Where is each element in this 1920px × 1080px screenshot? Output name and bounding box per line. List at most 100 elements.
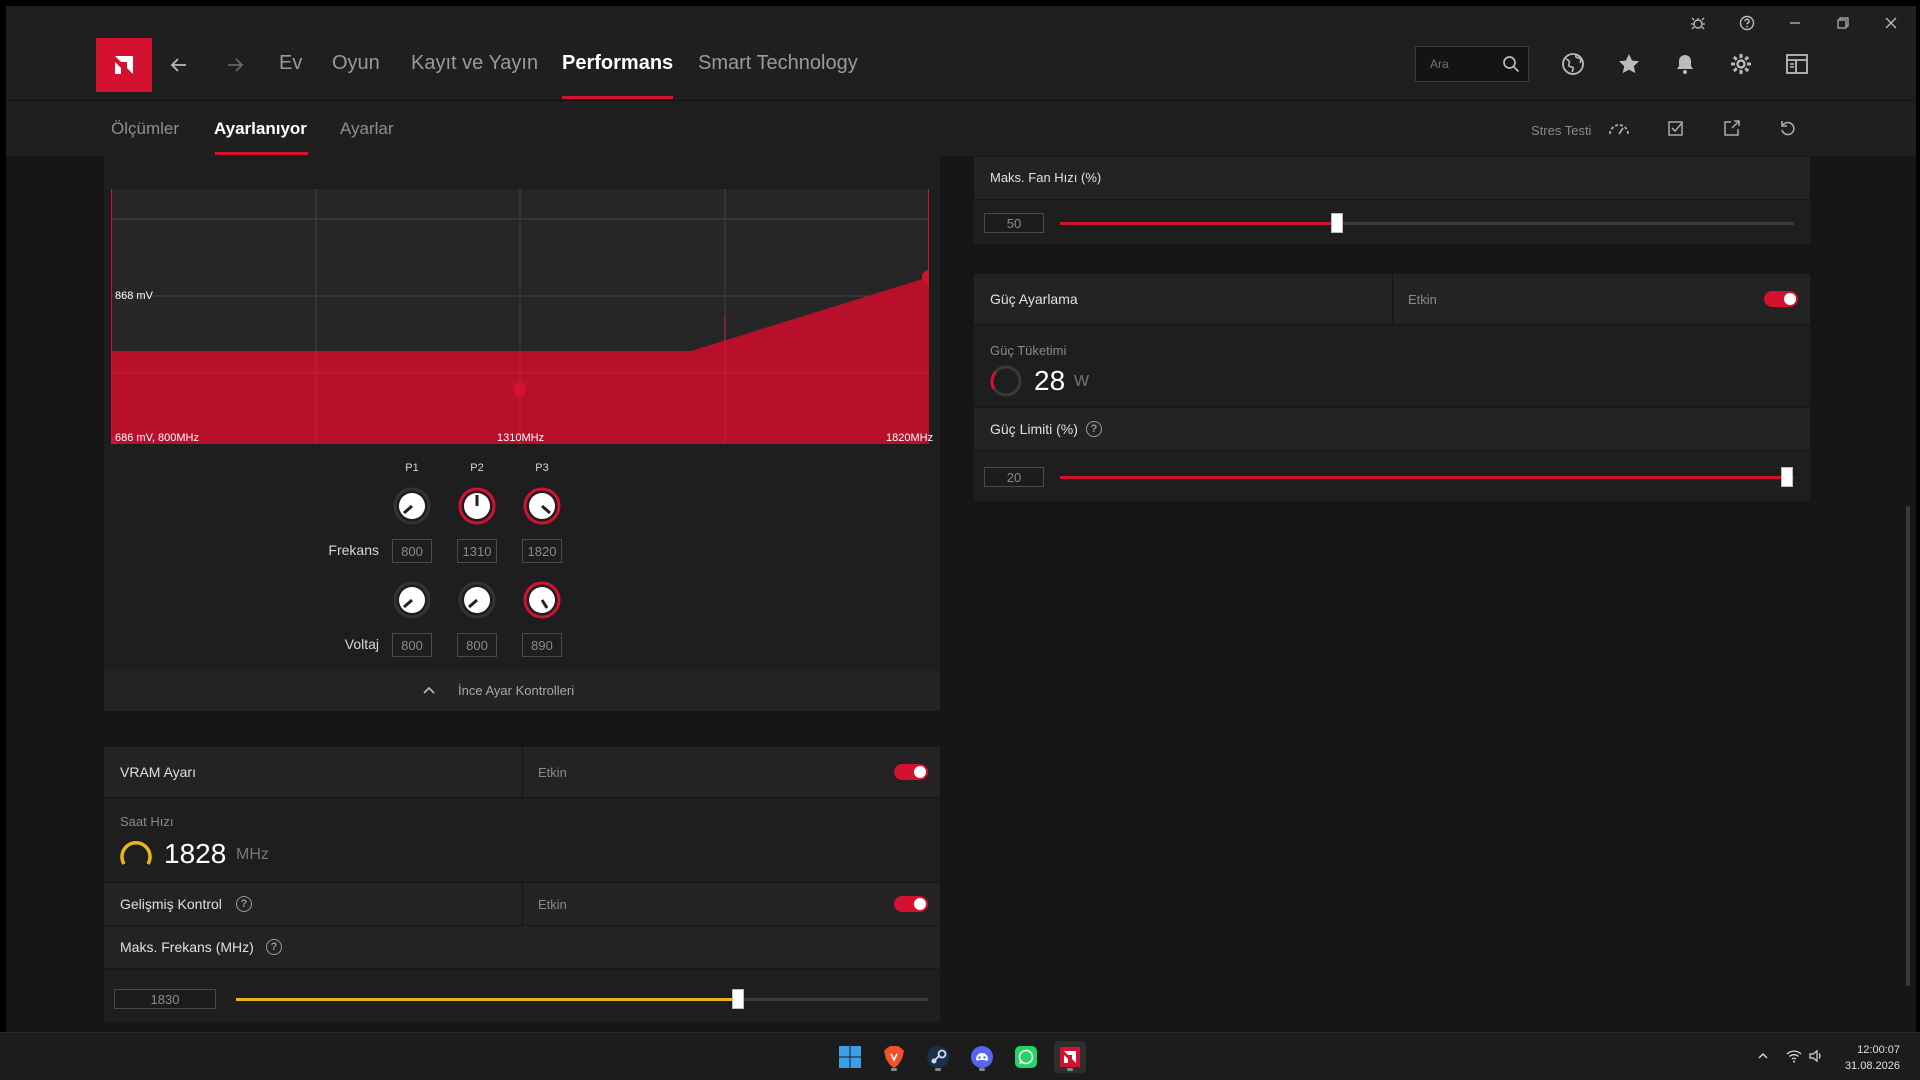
voltage-axis-label: 868 mV <box>115 290 153 302</box>
power-limit-slider-row: 20 <box>974 451 1810 501</box>
nav-performance[interactable]: Performans <box>562 52 673 75</box>
voltage-row-label: Voltaj <box>344 636 379 652</box>
p2-frequency-value[interactable]: 1310 <box>457 539 497 563</box>
power-consumption-row: Güç Tüketimi 28 W <box>974 325 1810 407</box>
divider <box>1392 274 1393 324</box>
advanced-control-title: Gelişmiş Kontrol <box>120 896 222 912</box>
advanced-control-row: Gelişmiş Kontrol ? Etkin <box>104 883 940 925</box>
max-frequency-value-box[interactable]: 1830 <box>114 989 216 1009</box>
curve-start-label: 686 mV, 800MHz <box>115 432 199 444</box>
stress-test-label[interactable]: Stres Testi <box>1531 123 1591 138</box>
power-tuning-status: Etkin <box>1408 292 1437 307</box>
search-input[interactable] <box>1416 47 1496 81</box>
power-consumption-gauge-icon <box>990 365 1022 397</box>
p3-frequency-value[interactable]: 1820 <box>522 539 562 563</box>
max-fan-speed-slider[interactable] <box>1060 222 1794 225</box>
content-scrollbar[interactable] <box>1906 506 1910 986</box>
advanced-control-toggle[interactable] <box>894 896 928 912</box>
divider <box>522 883 523 925</box>
max-frequency-help-icon[interactable]: ? <box>266 939 282 955</box>
notifications-bell-icon[interactable] <box>1669 48 1701 80</box>
curve-point-p2[interactable] <box>513 382 527 396</box>
fine-tune-controls-toggle[interactable]: İnce Ayar Kontrolleri <box>104 671 940 711</box>
advanced-control-help-icon[interactable]: ? <box>236 896 252 912</box>
nav-home[interactable]: Ev <box>279 52 302 75</box>
discord-icon[interactable] <box>966 1041 998 1073</box>
amd-adrenalin-icon[interactable] <box>1054 1041 1086 1073</box>
p3-voltage-value[interactable]: 890 <box>522 633 562 657</box>
close-icon[interactable] <box>1880 12 1902 34</box>
p3-label: P3 <box>535 462 549 474</box>
sub-navigation: Ölçümler Ayarlanıyor Ayarlar Stres Testi <box>6 100 1916 156</box>
search-icon[interactable] <box>1502 55 1520 73</box>
tab-metrics[interactable]: Ölçümler <box>111 119 179 139</box>
brave-icon[interactable] <box>878 1041 910 1073</box>
tab-settings[interactable]: Ayarlar <box>340 119 394 139</box>
curve-mid-label: 1310MHz <box>497 432 545 444</box>
system-clock[interactable]: 12:00:07 31.08.2026 <box>1845 1042 1900 1074</box>
nav-record-stream[interactable]: Kayıt ve Yayın <box>411 52 538 75</box>
nav-gaming[interactable]: Oyun <box>332 52 380 75</box>
forward-arrow-icon[interactable] <box>220 50 250 80</box>
p1-frequency-value[interactable]: 800 <box>392 539 432 563</box>
amd-logo-icon[interactable] <box>96 38 152 92</box>
p2-voltage-knob[interactable] <box>457 580 497 620</box>
max-frequency-slider-thumb[interactable] <box>731 989 744 1009</box>
voltage-frequency-curve[interactable]: 868 mV 686 mV, 800MHz 1310MHz 1820MHz <box>111 189 933 444</box>
max-fan-speed-slider-thumb[interactable] <box>1331 213 1344 233</box>
p1-voltage-knob[interactable] <box>392 580 432 620</box>
p3-frequency-knob[interactable] <box>522 486 562 526</box>
minimize-icon[interactable] <box>1784 12 1806 34</box>
power-limit-row: Güç Limiti (%) ? <box>974 408 1810 450</box>
max-frequency-slider-row: 1830 <box>104 969 940 1022</box>
power-limit-slider[interactable] <box>1060 476 1794 479</box>
chevron-up-icon <box>423 686 435 694</box>
max-frequency-slider[interactable] <box>236 998 928 1001</box>
bug-report-icon[interactable] <box>1687 12 1709 34</box>
sidebar-panel-icon[interactable] <box>1781 48 1813 80</box>
settings-gear-icon[interactable] <box>1725 48 1757 80</box>
wifi-icon[interactable] <box>1785 1047 1803 1065</box>
max-frequency-row: Maks. Frekans (MHz) ? <box>104 926 940 968</box>
windows-start-icon[interactable] <box>834 1041 866 1073</box>
clock-date: 31.08.2026 <box>1844 1060 1900 1072</box>
back-arrow-icon[interactable] <box>164 50 194 80</box>
p1-voltage-value[interactable]: 800 <box>392 633 432 657</box>
help-icon[interactable] <box>1736 12 1758 34</box>
power-tuning-title: Güç Ayarlama <box>990 291 1078 307</box>
max-frequency-title: Maks. Frekans (MHz) <box>120 939 254 955</box>
tray-chevron-up-icon[interactable] <box>1754 1047 1772 1065</box>
tab-tuning[interactable]: Ayarlanıyor <box>214 119 307 139</box>
power-tuning-toggle[interactable] <box>1764 291 1798 307</box>
nav-smart-technology[interactable]: Smart Technology <box>698 52 858 75</box>
tab-active-underline <box>215 152 308 155</box>
volume-icon[interactable] <box>1807 1047 1825 1065</box>
restore-icon[interactable] <box>1832 12 1854 34</box>
p1-frequency-knob[interactable] <box>392 486 432 526</box>
vram-clock-gauge-icon <box>120 841 152 865</box>
power-limit-slider-thumb[interactable] <box>1780 467 1793 487</box>
reset-icon[interactable] <box>1775 115 1801 141</box>
p2-voltage-value[interactable]: 800 <box>457 633 497 657</box>
max-fan-speed-value-box[interactable]: 50 <box>984 213 1044 233</box>
p3-voltage-knob[interactable] <box>522 580 562 620</box>
curve-chart-svg <box>111 189 929 444</box>
curve-end-label: 1820MHz <box>886 432 934 444</box>
p2-frequency-knob[interactable] <box>457 486 497 526</box>
title-bar <box>6 6 1916 38</box>
p1-label: P1 <box>405 462 419 474</box>
apply-changes-icon[interactable] <box>1663 115 1689 141</box>
globe-icon[interactable] <box>1557 48 1589 80</box>
export-icon[interactable] <box>1719 115 1745 141</box>
power-limit-help-icon[interactable]: ? <box>1086 421 1102 437</box>
whatsapp-icon[interactable] <box>1010 1041 1042 1073</box>
favorites-star-icon[interactable] <box>1613 48 1645 80</box>
tuning-content: 868 mV 686 mV, 800MHz 1310MHz 1820MHz P1… <box>6 156 1916 1032</box>
search-box[interactable] <box>1415 46 1529 82</box>
divider <box>522 747 523 797</box>
vram-tuning-toggle[interactable] <box>894 764 928 780</box>
power-limit-value-box[interactable]: 20 <box>984 467 1044 487</box>
main-navigation: Ev Oyun Kayıt ve Yayın Performans Smart … <box>6 38 1916 100</box>
steam-icon[interactable] <box>922 1041 954 1073</box>
stress-test-gauge-icon[interactable] <box>1606 115 1632 141</box>
